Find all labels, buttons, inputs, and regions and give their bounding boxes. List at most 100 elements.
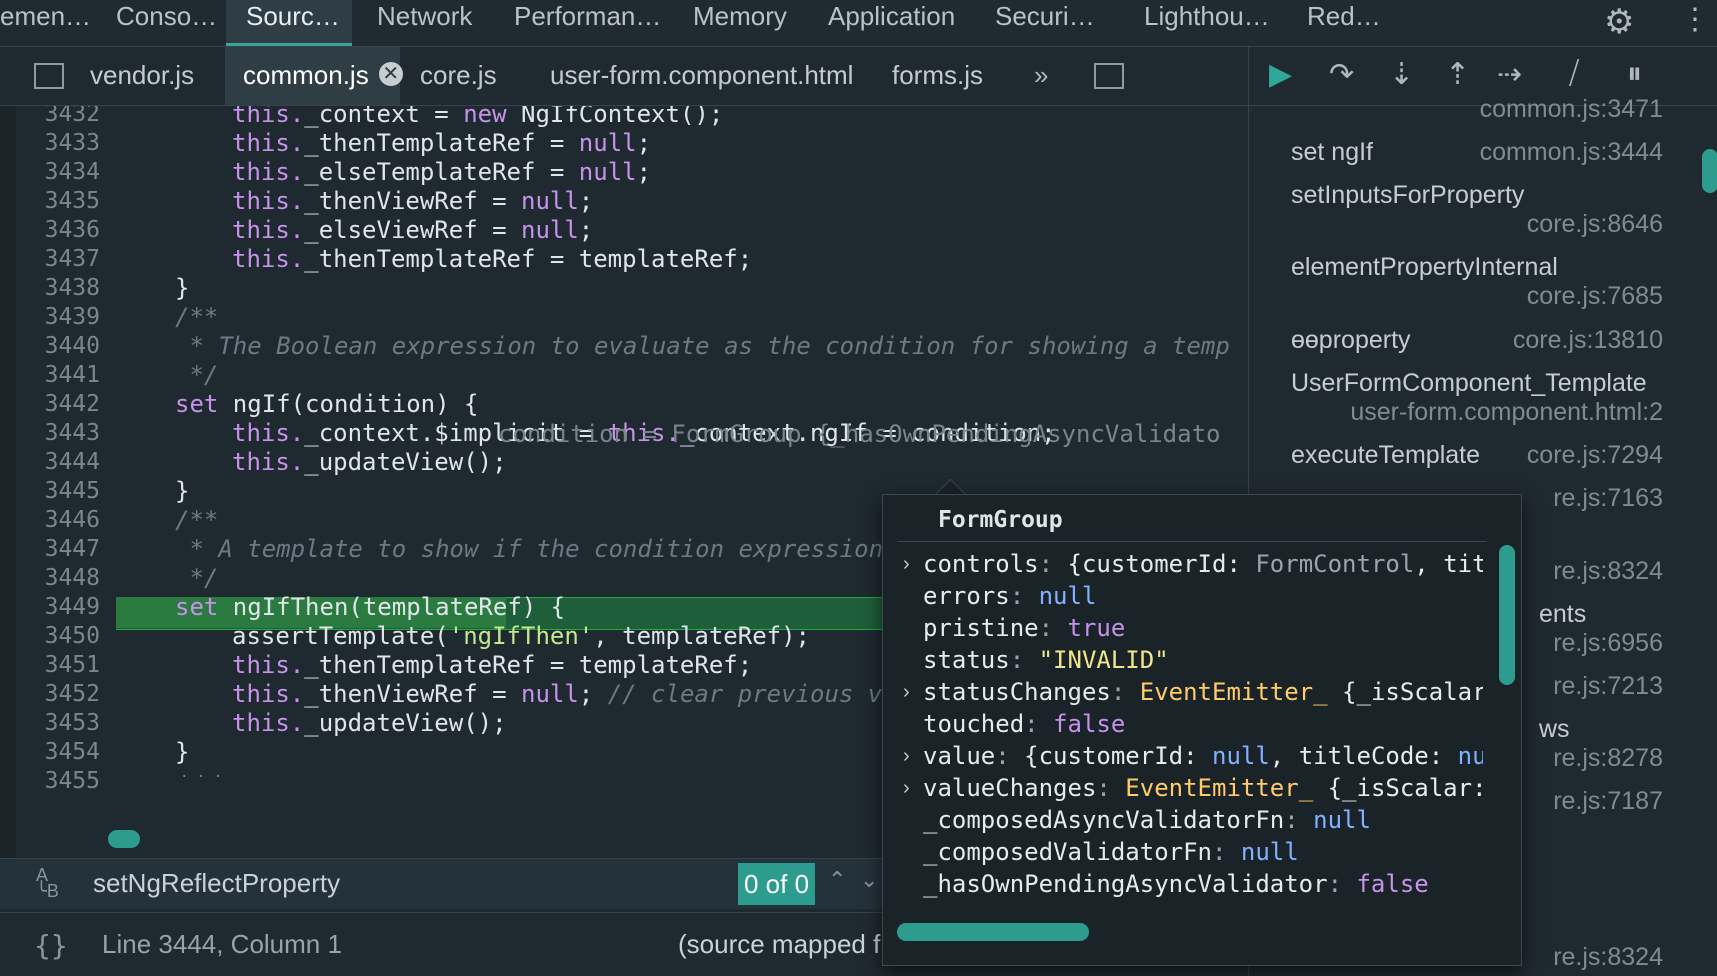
code-line-folded: · · · [180, 769, 223, 785]
callstack-frame[interactable]: ɵɵproperty [1291, 326, 1411, 355]
callstack-location[interactable]: core.js:7294 [1527, 441, 1663, 470]
tab-elements[interactable]: emen… [0, 0, 91, 46]
search-input[interactable]: setNgReflectProperty [93, 865, 340, 901]
file-tab-core-js[interactable]: core.js [420, 47, 497, 105]
chevron-down-icon[interactable]: ⌄ [860, 867, 878, 893]
property-row[interactable]: statusChanges: EventEmitter_ {_isScalar: [923, 676, 1483, 708]
code-line: } [175, 477, 190, 505]
tab-security[interactable]: Securi… [995, 0, 1095, 46]
file-tab-label: common.js [243, 60, 369, 90]
divider [897, 541, 1487, 542]
tab-console[interactable]: Conso… [116, 0, 217, 46]
property-row[interactable]: status: "INVALID" [923, 644, 1483, 676]
object-preview-popover: FormGroup › controls: {customerId: FormC… [882, 494, 1522, 966]
callstack-location[interactable]: re.js:6956 [1553, 629, 1663, 658]
popover-vertical-scrollbar[interactable] [1499, 545, 1515, 685]
popover-horizontal-scrollbar[interactable] [897, 923, 1089, 941]
property-row[interactable]: errors: null [923, 580, 1483, 612]
breakpoint-marker[interactable] [108, 830, 140, 848]
callstack-location[interactable]: core.js:8646 [1527, 210, 1663, 239]
devtools-panel-tabs: emen… Conso… Sourc… Network Performan… M… [0, 0, 1717, 47]
code-line: this._updateView(); [232, 709, 507, 737]
code-comment: * The Boolean expression to evaluate as … [175, 332, 1230, 360]
callstack-location[interactable]: common.js:3471 [1480, 95, 1663, 124]
toggle-debugger-icon[interactable] [1094, 63, 1124, 89]
tab-sources[interactable]: Sourc… [226, 0, 352, 46]
chevron-up-icon[interactable]: ⌃ [828, 867, 846, 893]
callstack-frame[interactable]: ws [1539, 715, 1570, 744]
callstack-frame[interactable]: ents [1539, 600, 1586, 629]
tab-application[interactable]: Application [828, 0, 955, 46]
step-into-icon[interactable]: ⇣ [1389, 57, 1414, 92]
code-line: this._context = new NgIfContext(); [232, 106, 724, 128]
expand-arrow-icon[interactable]: › [903, 777, 910, 800]
callstack-frame[interactable]: set ngIf [1291, 138, 1373, 167]
callstack-frame[interactable]: setInputsForProperty [1291, 181, 1524, 210]
file-tab-common-js[interactable]: common.js ✕ [225, 47, 403, 105]
editor-file-tabs: vendor.js common.js ✕ core.js user-form.c… [0, 47, 1248, 106]
callstack-location[interactable]: re.js:7163 [1553, 484, 1663, 513]
callstack-location[interactable]: core.js:7685 [1527, 282, 1663, 311]
expand-arrow-icon[interactable]: › [903, 745, 910, 768]
code-line: } [175, 274, 190, 302]
file-tab-forms-js[interactable]: forms.js [892, 47, 983, 105]
tab-performance[interactable]: Performan… [514, 0, 661, 46]
property-row[interactable]: value: {customerId: null, titleCode: nul… [923, 740, 1483, 772]
property-row[interactable]: pristine: true [923, 612, 1483, 644]
file-tab-vendor-js[interactable]: vendor.js [90, 47, 194, 105]
code-comment: /** [175, 303, 219, 331]
code-line: set ngIf(condition) { [175, 390, 479, 418]
code-comment: */ [175, 361, 219, 389]
tab-lighthouse[interactable]: Lighthou… [1144, 0, 1270, 46]
property-row[interactable]: _composedValidatorFn: null [923, 836, 1483, 868]
close-tab-icon[interactable]: ✕ [378, 62, 403, 86]
code-line-current: this._updateView(); [232, 448, 507, 476]
callstack-location[interactable]: re.js:7187 [1553, 787, 1663, 816]
tab-network[interactable]: Network [377, 0, 472, 46]
step-out-icon[interactable]: ⇡ [1445, 57, 1470, 92]
resume-icon[interactable]: ▶ [1269, 57, 1292, 92]
expand-arrow-icon[interactable]: › [903, 681, 910, 704]
deactivate-breakpoints-icon[interactable]: ⧸ [1569, 57, 1579, 91]
code-line: this._thenViewRef = null; [232, 187, 594, 215]
cursor-position: Line 3444, Column 1 [102, 929, 342, 959]
step-over-icon[interactable]: ↷ [1329, 57, 1354, 92]
tab-memory[interactable]: Memory [693, 0, 787, 46]
pause-on-exceptions-icon[interactable]: ⏸ [1627, 57, 1642, 91]
callstack-frame[interactable]: elementPropertyInternal [1291, 253, 1558, 282]
property-row[interactable]: controls: {customerId: FormControl, titl [923, 548, 1483, 580]
callstack-location[interactable]: core.js:13810 [1513, 326, 1663, 355]
source-mapped-link[interactable]: (source mapped f [678, 929, 880, 960]
gear-icon[interactable]: ⚙ [1604, 2, 1634, 42]
more-tabs-icon[interactable]: » [1034, 47, 1048, 105]
code-comment: */ [175, 564, 219, 592]
callstack-location[interactable]: re.js:8324 [1553, 557, 1663, 586]
pretty-print-icon[interactable]: {} [34, 929, 68, 962]
code-line: this._thenTemplateRef = templateRef; [232, 245, 753, 273]
callstack-scrollbar[interactable] [1702, 149, 1717, 193]
callstack-frame[interactable]: UserFormComponent_Template [1291, 369, 1647, 398]
toggle-navigator-icon[interactable] [34, 63, 64, 89]
code-comment: * A template to show if the condition ex… [175, 535, 884, 563]
file-tab-user-form-html[interactable]: user-form.component.html [550, 47, 853, 105]
match-count: 0 of 0 [738, 863, 816, 905]
callstack-frame[interactable]: executeTemplate [1291, 441, 1480, 470]
callstack-location[interactable]: user-form.component.html:2 [1350, 398, 1663, 427]
step-icon[interactable]: ⇢ [1497, 57, 1522, 92]
popover-title: FormGroup [938, 507, 1063, 533]
callstack-location[interactable]: re.js:7213 [1553, 672, 1663, 701]
property-row[interactable]: _composedAsyncValidatorFn: null [923, 804, 1483, 836]
property-row[interactable]: valueChanges: EventEmitter_ {_isScalar: [923, 772, 1483, 804]
callstack-location[interactable]: re.js:8324 [1553, 943, 1663, 972]
code-line: this._thenViewRef = null; // clear previ… [232, 680, 897, 708]
callstack-location[interactable]: re.js:8278 [1553, 744, 1663, 773]
property-row[interactable]: touched: false [923, 708, 1483, 740]
property-row[interactable]: _hasOwnPendingAsyncValidator: false [923, 868, 1483, 900]
kebab-icon[interactable]: ⋮ [1680, 2, 1710, 37]
match-case-icon[interactable]: A ╰B [36, 866, 59, 900]
code-line: this._thenTemplateRef = templateRef; [232, 651, 753, 679]
callstack-location[interactable]: common.js:3444 [1480, 138, 1663, 167]
code-line: this._thenTemplateRef = null; [232, 129, 652, 157]
tab-redux[interactable]: Red… [1307, 0, 1381, 46]
expand-arrow-icon[interactable]: › [903, 553, 910, 576]
